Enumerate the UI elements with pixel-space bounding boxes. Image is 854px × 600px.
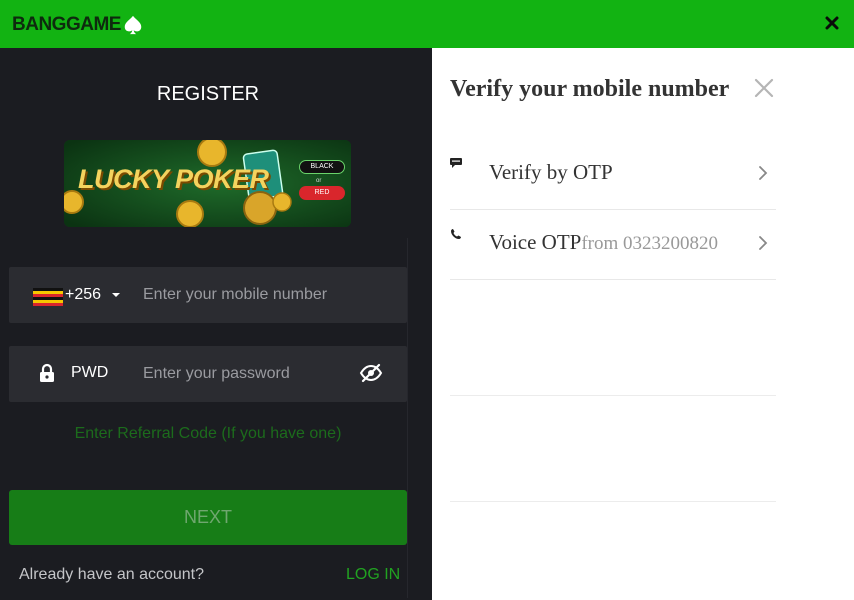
referral-code-link[interactable]: Enter Referral Code (If you have one): [0, 425, 416, 443]
divider: [450, 501, 776, 502]
otp-message-icon: [450, 158, 462, 168]
logo-text: BANGGAME: [12, 14, 121, 35]
login-link[interactable]: LOG IN: [346, 566, 400, 584]
chevron-right-icon: [759, 236, 768, 250]
already-account-text: Already have an account?: [19, 566, 205, 583]
verify-by-otp-label: Verify by OTP: [489, 160, 613, 184]
phone-input[interactable]: Enter your mobile number: [143, 286, 327, 304]
phone-icon: [451, 229, 461, 239]
banner-or-label: or: [316, 178, 322, 184]
register-title: REGISTER: [156, 83, 260, 105]
lock-icon: [40, 363, 54, 382]
top-header: BANGGAME: [0, 0, 854, 48]
register-panel: REGISTER LUCKY POKER BLACK or RED +256 E…: [0, 48, 432, 600]
chevron-right-icon: [759, 166, 768, 180]
voice-otp-option[interactable]: Voice OTPfrom 0323200820: [450, 208, 776, 280]
voice-otp-label: Voice OTPfrom 0323200820: [489, 230, 719, 254]
banggame-logo[interactable]: BANGGAME: [12, 12, 144, 38]
verify-panel: Verify your mobile number Verify by OTP …: [432, 48, 854, 600]
banner-title: LUCKY POKER: [78, 164, 269, 194]
verify-by-otp-option[interactable]: Verify by OTP: [450, 138, 776, 210]
close-icon[interactable]: [754, 78, 774, 98]
chevron-down-icon[interactable]: [112, 293, 120, 297]
voice-otp-number: from 0323200820: [581, 233, 719, 254]
promo-banner[interactable]: LUCKY POKER BLACK or RED: [64, 140, 351, 227]
eye-off-icon[interactable]: [359, 362, 383, 384]
banner-red-label: RED: [299, 186, 345, 200]
verify-title: Verify your mobile number: [450, 76, 730, 102]
password-field[interactable]: PWD Enter your password: [9, 346, 407, 402]
divider: [450, 395, 776, 396]
password-label: PWD: [71, 364, 109, 381]
uganda-flag-icon: [33, 288, 63, 306]
phone-field[interactable]: +256 Enter your mobile number: [9, 267, 407, 323]
password-input[interactable]: Enter your password: [143, 365, 290, 383]
next-button[interactable]: NEXT: [9, 490, 407, 545]
banner-black-label: BLACK: [299, 160, 345, 174]
spade-icon: [124, 15, 142, 35]
close-icon[interactable]: [822, 13, 842, 33]
country-code[interactable]: +256: [65, 286, 101, 304]
